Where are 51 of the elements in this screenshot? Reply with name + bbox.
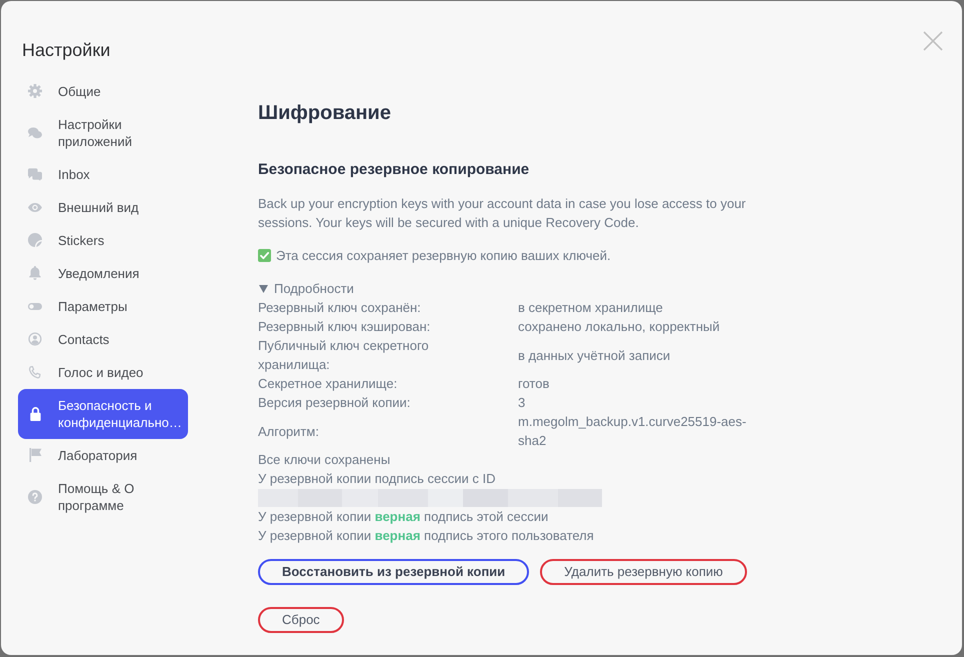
field-value: m.megolm_backup.v1.curve25519-aes-sha2 [518, 413, 748, 450]
reset-button[interactable]: Сброс [258, 606, 344, 632]
field-label: Публичный ключ секретного хранилища: [258, 337, 430, 374]
field-label: Алгоритм: [258, 422, 319, 440]
field-value: в секретном хранилище [518, 299, 663, 317]
toggle-icon [28, 302, 42, 310]
field-label: Секретное хранилище: [258, 375, 398, 393]
status-message: Эта сессия сохраняет резервную копию ваших ключей. [276, 246, 611, 264]
gear-icon [28, 84, 42, 98]
sidebar-item[interactable]: Уведомления [18, 256, 188, 290]
restore-button[interactable]: Восстановить из резервной копии [258, 558, 530, 584]
bell-icon [29, 266, 41, 280]
delete-button[interactable]: Удалить резервную копию [540, 558, 747, 584]
sidebar-item[interactable]: Безопасность и конфиденциально… [18, 388, 188, 438]
user-icon [28, 332, 42, 346]
sidebar-item[interactable]: Stickers [18, 224, 188, 256]
sidebar-item[interactable]: Настройки приложений [18, 108, 188, 158]
signature-status: У резервной копии верная подпись этой сессии [258, 509, 548, 524]
field-label: Версия резервной копии: [258, 394, 410, 412]
help-icon [28, 490, 42, 504]
sidebar-item[interactable]: Параметры [18, 290, 188, 322]
field-label: Резервный ключ сохранён: [258, 299, 421, 317]
sidebar-item[interactable]: Общие [18, 74, 188, 108]
status-text: Все ключи сохранены [258, 452, 390, 467]
lock-icon [30, 406, 40, 420]
chat-bubbles-icon [28, 168, 42, 180]
sidebar-item[interactable]: Внешний вид [18, 190, 188, 224]
sidebar-item[interactable]: Inbox [18, 158, 188, 190]
section-description: Back up your encryption keys with your account data in case you lose access to your sessions. Your keys will be secured with a unique Recovery Code. [258, 194, 747, 232]
sticker-icon [28, 233, 42, 247]
phone-icon [29, 366, 41, 378]
sidebar-item[interactable]: Contacts [18, 322, 188, 356]
flag-icon [28, 448, 42, 462]
field-value: готов [518, 375, 550, 393]
field-value: в данных учётной записи [518, 346, 670, 364]
page-heading: Шифрование [258, 101, 392, 125]
check-icon [258, 248, 271, 262]
field-value: сохранено локально, корректный [518, 318, 720, 336]
status-text: У резервной копии подпись сессии с ID [258, 471, 496, 486]
field-value: 3 [518, 394, 526, 412]
close-icon[interactable] [923, 31, 943, 51]
sidebar-item[interactable]: Помощь & О программе [18, 472, 188, 522]
eye-icon [28, 202, 42, 212]
section-heading: Безопасное резервное копирование [258, 160, 530, 180]
signature-status: У резервной копии верная подпись этого пользователя [258, 528, 594, 543]
sidebar-item[interactable]: Лаборатория [18, 438, 188, 472]
field-label: Резервный ключ кэширован: [258, 318, 430, 336]
chat-bubbles-icon [28, 126, 42, 138]
sidebar-item[interactable]: Голос и видео [18, 356, 188, 388]
dialog-title: Настройки [22, 39, 110, 61]
details-toggle[interactable]: Подробности [258, 279, 354, 298]
